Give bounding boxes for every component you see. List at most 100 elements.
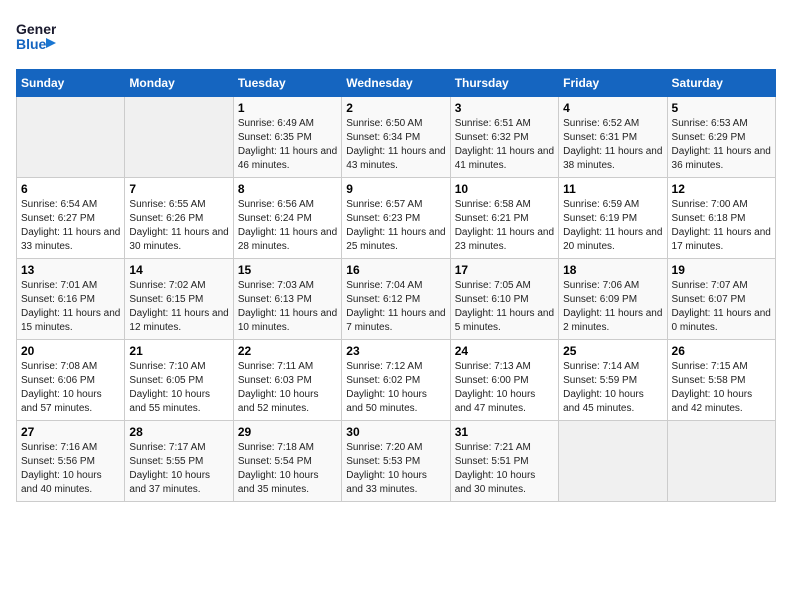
calendar-cell: 7Sunrise: 6:55 AMSunset: 6:26 PMDaylight… [125, 178, 233, 259]
calendar-table: SundayMondayTuesdayWednesdayThursdayFrid… [16, 69, 776, 502]
calendar-cell: 11Sunrise: 6:59 AMSunset: 6:19 PMDayligh… [559, 178, 667, 259]
day-info: Sunrise: 7:16 AMSunset: 5:56 PMDaylight:… [21, 441, 120, 497]
calendar-cell: 16Sunrise: 7:04 AMSunset: 6:12 PMDayligh… [342, 259, 450, 340]
day-number: 5 [672, 101, 771, 115]
day-number: 28 [129, 425, 228, 439]
calendar-cell: 25Sunrise: 7:14 AMSunset: 5:59 PMDayligh… [559, 340, 667, 421]
calendar-cell: 1Sunrise: 6:49 AMSunset: 6:35 PMDaylight… [233, 97, 341, 178]
day-number: 11 [563, 182, 662, 196]
day-number: 15 [238, 263, 337, 277]
day-number: 19 [672, 263, 771, 277]
day-info: Sunrise: 6:58 AMSunset: 6:21 PMDaylight:… [455, 198, 554, 254]
calendar-cell: 2 Sunrise: 6:50 AMSunset: 6:34 PMDaylight… [342, 97, 450, 178]
day-info: Sunrise: 7:05 AMSunset: 6:10 PMDaylight:… [455, 279, 554, 335]
day-info: Sunrise: 6:49 AMSunset: 6:35 PMDaylight:… [238, 117, 337, 173]
day-number: 18 [563, 263, 662, 277]
day-info: Sunrise: 6:54 AMSunset: 6:27 PMDaylight:… [21, 198, 120, 254]
calendar-cell: 26Sunrise: 7:15 AMSunset: 5:58 PMDayligh… [667, 340, 775, 421]
day-number: 14 [129, 263, 228, 277]
day-info: Sunrise: 7:01 AMSunset: 6:16 PMDaylight:… [21, 279, 120, 335]
calendar-cell: 20 Sunrise: 7:08 AMSunset: 6:06 PMDayligh… [17, 340, 125, 421]
calendar-cell [667, 421, 775, 502]
day-info: Sunrise: 6:56 AMSunset: 6:24 PMDaylight:… [238, 198, 337, 254]
day-number: 9 [346, 182, 445, 196]
day-info: Sunrise: 7:17 AMSunset: 5:55 PMDaylight:… [129, 441, 228, 497]
day-number: 24 [455, 344, 554, 358]
day-info: Sunrise: 7:10 AMSunset: 6:05 PMDaylight:… [129, 360, 228, 416]
day-info: Sunrise: 7:13 AMSunset: 6:00 PMDaylight:… [455, 360, 554, 416]
day-number: 2 [346, 101, 445, 115]
calendar-cell: 18 Sunrise: 7:06 AMSunset: 6:09 PMDayligh… [559, 259, 667, 340]
day-number: 16 [346, 263, 445, 277]
day-number: 13 [21, 263, 120, 277]
calendar-cell: 13 Sunrise: 7:01 AMSunset: 6:16 PMDayligh… [17, 259, 125, 340]
day-info: Sunrise: 7:08 AMSunset: 6:06 PMDaylight:… [21, 360, 120, 416]
day-info: Sunrise: 7:06 AMSunset: 6:09 PMDaylight:… [563, 279, 662, 335]
day-number: 23 [346, 344, 445, 358]
page-header: General Blue [16, 16, 776, 59]
day-info: Sunrise: 7:11 AMSunset: 6:03 PMDaylight:… [238, 360, 337, 416]
calendar-cell: 6 Sunrise: 6:54 AMSunset: 6:27 PMDaylight… [17, 178, 125, 259]
calendar-cell: 21 Sunrise: 7:10 AMSunset: 6:05 PMDayligh… [125, 340, 233, 421]
day-number: 7 [129, 182, 228, 196]
weekday-header: Wednesday [342, 70, 450, 97]
weekday-header: Sunday [17, 70, 125, 97]
day-number: 6 [21, 182, 120, 196]
svg-text:General: General [16, 21, 56, 37]
calendar-cell: 22 Sunrise: 7:11 AMSunset: 6:03 PMDayligh… [233, 340, 341, 421]
calendar-week-row: 1Sunrise: 6:49 AMSunset: 6:35 PMDaylight… [17, 97, 776, 178]
calendar-cell: 27 Sunrise: 7:16 AMSunset: 5:56 PMDayligh… [17, 421, 125, 502]
day-number: 20 [21, 344, 120, 358]
calendar-cell: 8 Sunrise: 6:56 AMSunset: 6:24 PMDaylight… [233, 178, 341, 259]
day-info: Sunrise: 7:15 AMSunset: 5:58 PMDaylight:… [672, 360, 771, 416]
weekday-header: Tuesday [233, 70, 341, 97]
calendar-header-row: SundayMondayTuesdayWednesdayThursdayFrid… [17, 70, 776, 97]
calendar-cell: 12 Sunrise: 7:00 AMSunset: 6:18 PMDayligh… [667, 178, 775, 259]
calendar-cell: 9 Sunrise: 6:57 AMSunset: 6:23 PMDaylight… [342, 178, 450, 259]
calendar-cell: 28 Sunrise: 7:17 AMSunset: 5:55 PMDayligh… [125, 421, 233, 502]
calendar-cell: 15Sunrise: 7:03 AMSunset: 6:13 PMDayligh… [233, 259, 341, 340]
day-number: 21 [129, 344, 228, 358]
day-info: Sunrise: 7:12 AMSunset: 6:02 PMDaylight:… [346, 360, 445, 416]
calendar-cell: 31Sunrise: 7:21 AMSunset: 5:51 PMDayligh… [450, 421, 558, 502]
calendar-cell: 5 Sunrise: 6:53 AMSunset: 6:29 PMDaylight… [667, 97, 775, 178]
day-info: Sunrise: 7:14 AMSunset: 5:59 PMDaylight:… [563, 360, 662, 416]
day-number: 4 [563, 101, 662, 115]
weekday-header: Monday [125, 70, 233, 97]
day-info: Sunrise: 7:18 AMSunset: 5:54 PMDaylight:… [238, 441, 337, 497]
day-info: Sunrise: 6:52 AMSunset: 6:31 PMDaylight:… [563, 117, 662, 173]
day-info: Sunrise: 7:21 AMSunset: 5:51 PMDaylight:… [455, 441, 554, 497]
calendar-cell: 23 Sunrise: 7:12 AMSunset: 6:02 PMDayligh… [342, 340, 450, 421]
day-number: 3 [455, 101, 554, 115]
calendar-cell: 4 Sunrise: 6:52 AMSunset: 6:31 PMDaylight… [559, 97, 667, 178]
day-number: 17 [455, 263, 554, 277]
calendar-cell: 14Sunrise: 7:02 AMSunset: 6:15 PMDayligh… [125, 259, 233, 340]
calendar-cell: 29 Sunrise: 7:18 AMSunset: 5:54 PMDayligh… [233, 421, 341, 502]
logo: General Blue [16, 16, 62, 59]
day-info: Sunrise: 7:20 AMSunset: 5:53 PMDaylight:… [346, 441, 445, 497]
svg-text:Blue: Blue [16, 36, 47, 52]
weekday-header: Thursday [450, 70, 558, 97]
calendar-cell: 17 Sunrise: 7:05 AMSunset: 6:10 PMDayligh… [450, 259, 558, 340]
day-number: 10 [455, 182, 554, 196]
day-number: 29 [238, 425, 337, 439]
calendar-week-row: 6 Sunrise: 6:54 AMSunset: 6:27 PMDaylight… [17, 178, 776, 259]
calendar-week-row: 20 Sunrise: 7:08 AMSunset: 6:06 PMDayligh… [17, 340, 776, 421]
calendar-cell [125, 97, 233, 178]
calendar-cell: 30Sunrise: 7:20 AMSunset: 5:53 PMDayligh… [342, 421, 450, 502]
day-number: 22 [238, 344, 337, 358]
calendar-week-row: 13 Sunrise: 7:01 AMSunset: 6:16 PMDayligh… [17, 259, 776, 340]
day-number: 12 [672, 182, 771, 196]
day-info: Sunrise: 7:00 AMSunset: 6:18 PMDaylight:… [672, 198, 771, 254]
day-info: Sunrise: 6:51 AMSunset: 6:32 PMDaylight:… [455, 117, 554, 173]
calendar-cell: 3 Sunrise: 6:51 AMSunset: 6:32 PMDaylight… [450, 97, 558, 178]
day-info: Sunrise: 6:57 AMSunset: 6:23 PMDaylight:… [346, 198, 445, 254]
day-info: Sunrise: 7:07 AMSunset: 6:07 PMDaylight:… [672, 279, 771, 335]
day-info: Sunrise: 6:53 AMSunset: 6:29 PMDaylight:… [672, 117, 771, 173]
calendar-cell: 24 Sunrise: 7:13 AMSunset: 6:00 PMDayligh… [450, 340, 558, 421]
day-number: 8 [238, 182, 337, 196]
weekday-header: Friday [559, 70, 667, 97]
day-number: 27 [21, 425, 120, 439]
calendar-cell: 19 Sunrise: 7:07 AMSunset: 6:07 PMDayligh… [667, 259, 775, 340]
day-info: Sunrise: 6:50 AMSunset: 6:34 PMDaylight:… [346, 117, 445, 173]
